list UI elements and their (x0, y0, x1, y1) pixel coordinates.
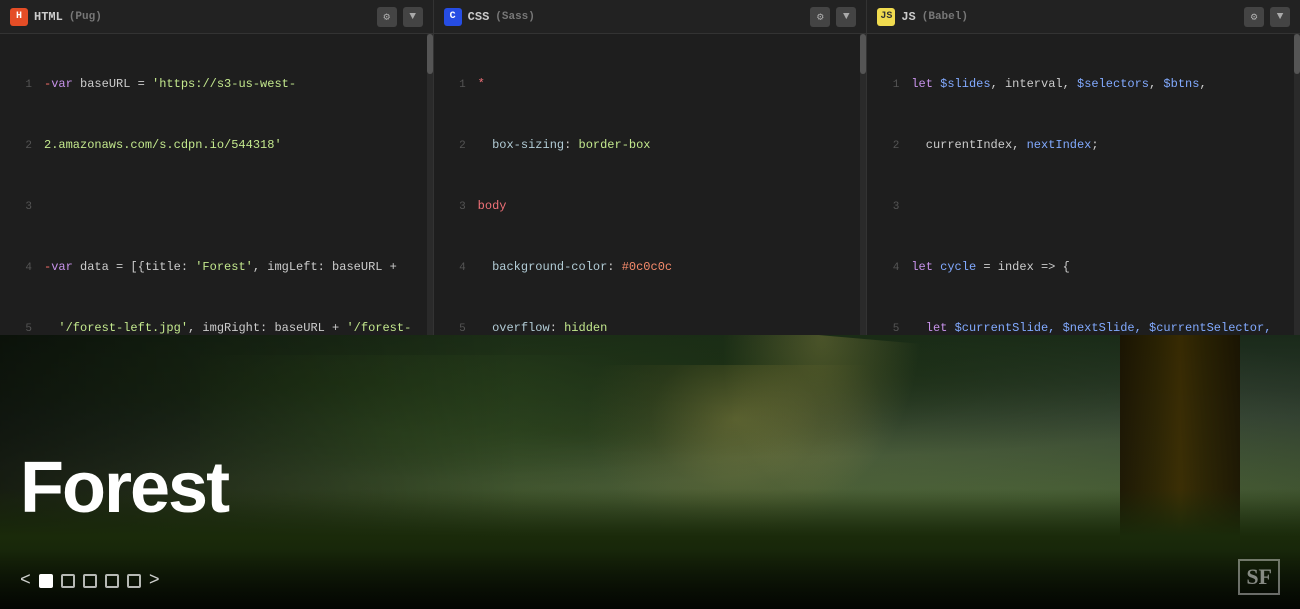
html-editor-header: H HTML (Pug) ⚙ ▼ (0, 0, 433, 34)
js-line-2: 2 currentIndex, nextIndex; (867, 135, 1300, 156)
css-collapse-button[interactable]: ▼ (836, 7, 856, 27)
js-code-content: 1 let $slides, interval, $selectors, $bt… (867, 34, 1300, 335)
js-collapse-button[interactable]: ▼ (1270, 7, 1290, 27)
css-editor-controls: ⚙ ▼ (810, 7, 856, 27)
css-editor-title: C CSS (Sass) (444, 8, 535, 26)
html-line-1: 1 -var baseURL = 'https://s3-us-west- (0, 74, 433, 95)
html-code-content: 1 -var baseURL = 'https://s3-us-west- 2 … (0, 34, 433, 335)
html-settings-button[interactable]: ⚙ (377, 7, 397, 27)
css-settings-button[interactable]: ⚙ (810, 7, 830, 27)
js-scrollbar[interactable] (1294, 34, 1300, 335)
js-line-5: 5 let $currentSlide, $nextSlide, $curren… (867, 318, 1300, 335)
css-lang-name: CSS (468, 10, 490, 24)
css-editor-panel: C CSS (Sass) ⚙ ▼ 1 * 2 box-sizing: borde… (434, 0, 868, 335)
css-lang-sub: (Sass) (495, 11, 535, 23)
nav-dot-1[interactable] (39, 574, 53, 588)
light-beam (708, 335, 922, 508)
html-collapse-button[interactable]: ▼ (403, 7, 423, 27)
css-line-4: 4 background-color: #0c0c0c (434, 257, 867, 278)
css-line-5: 5 overflow: hidden (434, 318, 867, 335)
js-editor-title: JS JS (Babel) (877, 8, 968, 26)
css-editor-header: C CSS (Sass) ⚙ ▼ (434, 0, 867, 34)
html-line-5: 5 '/forest-left.jpg', imgRight: baseURL … (0, 318, 433, 335)
next-arrow[interactable]: > (149, 571, 160, 591)
css-line-1: 1 * (434, 74, 867, 95)
slide-title: Forest (20, 447, 228, 529)
html-line-2: 2 2.amazonaws.com/s.cdpn.io/544318' (0, 135, 433, 156)
preview-area: Forest < > SF (0, 335, 1300, 609)
html-line-4: 4 -var data = [{title: 'Forest', imgLeft… (0, 257, 433, 278)
js-line-1: 1 let $slides, interval, $selectors, $bt… (867, 74, 1300, 95)
prev-arrow[interactable]: < (20, 571, 31, 591)
ground-dark (0, 549, 1300, 609)
css-code-content: 1 * 2 box-sizing: border-box 3 body 4 ba… (434, 34, 867, 335)
css-scroll-thumb[interactable] (860, 34, 866, 74)
html-scrollbar[interactable] (427, 34, 433, 335)
html-lang-name: HTML (34, 10, 63, 24)
editors-area: H HTML (Pug) ⚙ ▼ 1 -var baseURL = 'https… (0, 0, 1300, 335)
js-settings-button[interactable]: ⚙ (1244, 7, 1264, 27)
css-line-3: 3 body (434, 196, 867, 217)
sf-logo: SF (1238, 559, 1280, 595)
js-line-4: 4 let cycle = index => { (867, 257, 1300, 278)
js-editor-controls: ⚙ ▼ (1244, 7, 1290, 27)
css-scrollbar[interactable] (860, 34, 866, 335)
html-editor-body: 1 -var baseURL = 'https://s3-us-west- 2 … (0, 34, 433, 335)
nav-dot-2[interactable] (61, 574, 75, 588)
nav-dot-4[interactable] (105, 574, 119, 588)
css-editor-body: 1 * 2 box-sizing: border-box 3 body 4 ba… (434, 34, 867, 335)
js-line-3: 3 (867, 196, 1300, 217)
html-lang-sub: (Pug) (69, 11, 102, 23)
html-icon: H (10, 8, 28, 26)
js-editor-body: 1 let $slides, interval, $selectors, $bt… (867, 34, 1300, 335)
html-editor-panel: H HTML (Pug) ⚙ ▼ 1 -var baseURL = 'https… (0, 0, 434, 335)
css-icon: C (444, 8, 462, 26)
html-editor-controls: ⚙ ▼ (377, 7, 423, 27)
nav-dots-container: < > (20, 571, 160, 591)
js-lang-name: JS (901, 10, 915, 24)
css-line-2: 2 box-sizing: border-box (434, 135, 867, 156)
html-line-3: 3 (0, 196, 433, 217)
html-editor-title: H HTML (Pug) (10, 8, 102, 26)
nav-dot-5[interactable] (127, 574, 141, 588)
js-icon: JS (877, 8, 895, 26)
html-scroll-thumb[interactable] (427, 34, 433, 74)
js-scroll-thumb[interactable] (1294, 34, 1300, 74)
js-editor-panel: JS JS (Babel) ⚙ ▼ 1 let $slides, interva… (867, 0, 1300, 335)
js-editor-header: JS JS (Babel) ⚙ ▼ (867, 0, 1300, 34)
js-lang-sub: (Babel) (922, 11, 968, 23)
nav-dot-3[interactable] (83, 574, 97, 588)
